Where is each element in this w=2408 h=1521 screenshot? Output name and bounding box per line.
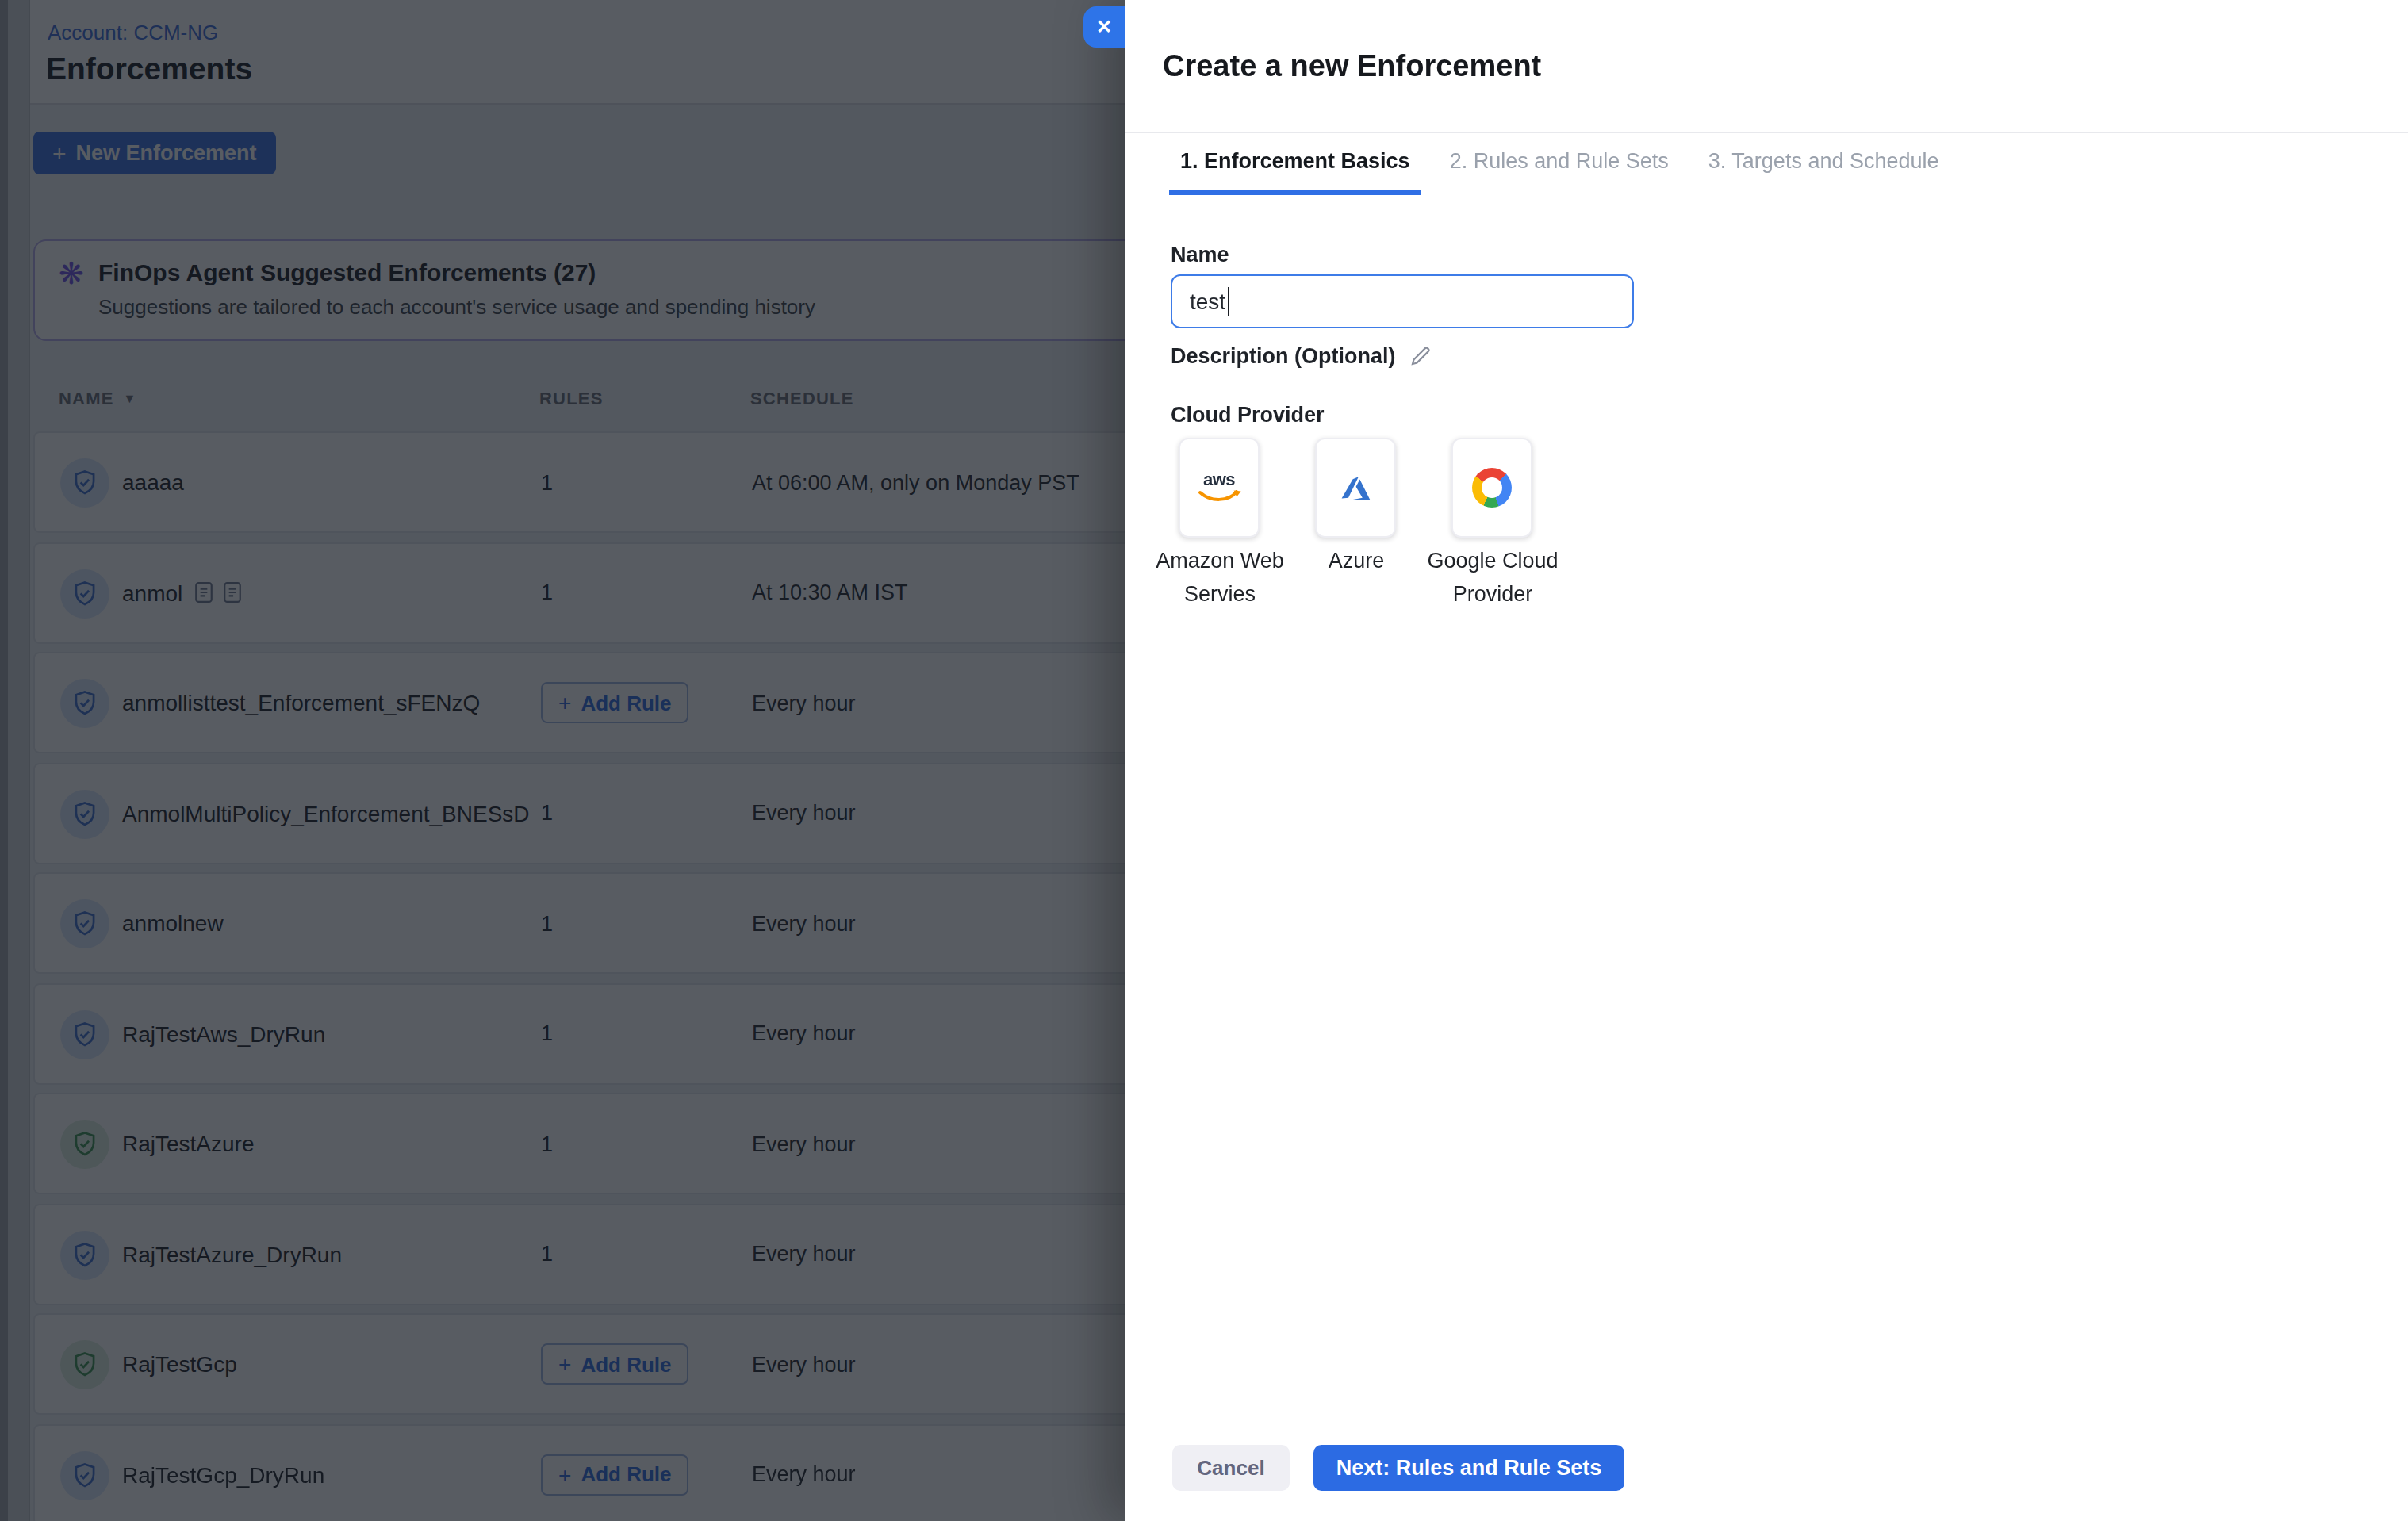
gcp-logo [1472,468,1512,508]
drawer-title: Create a new Enforcement [1163,49,1541,84]
cloud-provider-label: Cloud Provider [1171,403,1325,427]
create-enforcement-drawer: Create a new Enforcement 1. Enforcement … [1125,0,2408,1521]
text-cursor [1227,287,1229,316]
name-label: Name [1171,243,1229,266]
azure-logo [1336,469,1375,507]
name-input[interactable]: test [1171,274,1634,328]
provider-card-azure[interactable] [1315,438,1396,538]
viewport: Account: CCM-NG Enforcements + New Enfor… [0,0,2408,1521]
tab-1[interactable]: 1. Enforcement Basics [1169,133,1421,195]
close-icon: ✕ [1096,16,1112,38]
tab-2[interactable]: 2. Rules and Rule Sets [1439,133,1680,195]
provider-card-gcp[interactable] [1451,438,1532,538]
modal-overlay[interactable] [0,0,1125,1521]
edit-pencil-icon[interactable] [1409,344,1432,368]
tab-3[interactable]: 3. Targets and Schedule [1697,133,1950,195]
aws-logo: aws [1197,470,1241,505]
provider-card-aws[interactable]: aws [1179,438,1260,538]
close-drawer-button[interactable]: ✕ [1083,6,1125,48]
next-button[interactable]: Next: Rules and Rule Sets [1313,1445,1624,1491]
cancel-button[interactable]: Cancel [1172,1445,1290,1491]
wizard-tabs: 1. Enforcement Basics 2. Rules and Rule S… [1169,133,1968,195]
provider-label-gcp: Google Cloud Provider [1398,546,1588,611]
description-label: Description (Optional) [1171,344,1432,368]
